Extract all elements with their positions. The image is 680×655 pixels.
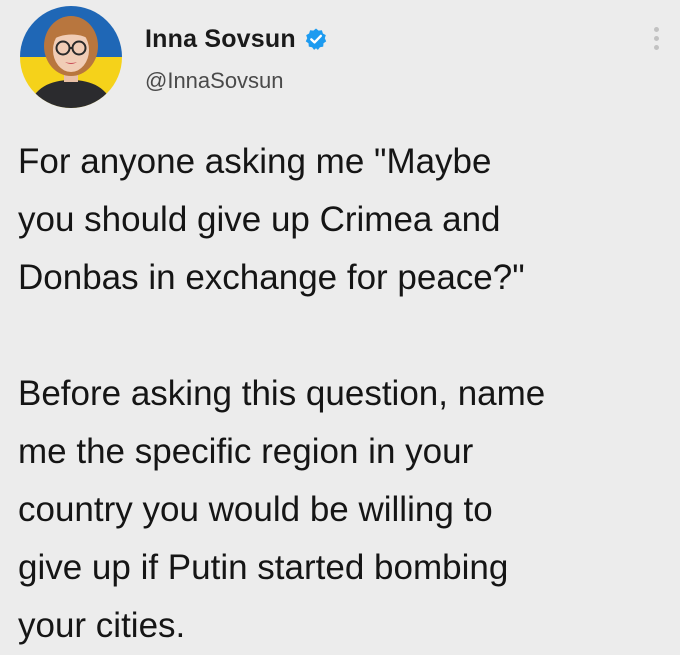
author-display-name[interactable]: Inna Sovsun (145, 25, 296, 54)
more-options-icon[interactable] (644, 22, 668, 54)
author-name-row: Inna Sovsun (145, 22, 328, 56)
tweet-card: Inna Sovsun @InnaSovsun For anyone askin… (0, 0, 680, 645)
more-dot (653, 35, 659, 41)
profile-photo-icon (20, 6, 122, 108)
author-handle[interactable]: @InnaSovsun (145, 68, 284, 94)
tweet-text-line: me the specific region in your (18, 432, 474, 471)
tweet-text-line: country you would be willing to (18, 490, 493, 529)
tweet-text-line: give up if Putin started bombing (18, 548, 509, 587)
verified-badge-icon (304, 27, 328, 51)
more-dot (653, 26, 659, 32)
author-avatar[interactable] (20, 6, 122, 108)
tweet-text-line: Before asking this question, name (18, 374, 546, 413)
tweet-text-line: your cities. (18, 606, 186, 645)
tweet-text-line: you should give up Crimea and (18, 200, 501, 239)
tweet-text-line: Donbas in exchange for peace?" (18, 258, 525, 297)
more-dot (653, 44, 659, 50)
tweet-text-line: For anyone asking me "Maybe (18, 142, 492, 181)
tweet-text: For anyone asking me "Maybe you should g… (18, 133, 673, 655)
